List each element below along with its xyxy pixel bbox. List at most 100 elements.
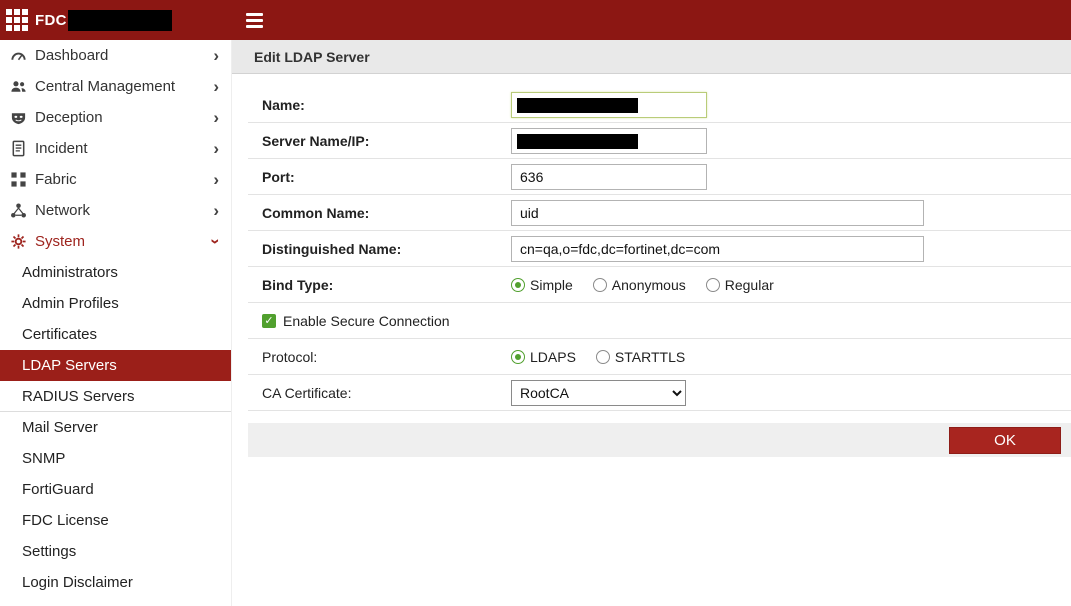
- subitem-label: Certificates: [22, 326, 97, 343]
- subitem-label: LDAP Servers: [22, 357, 117, 374]
- sidebar-subitem-ldap-servers[interactable]: LDAP Servers: [0, 350, 231, 381]
- sidebar-item-label: Central Management: [35, 78, 213, 95]
- sidebar-subitem-mail-server[interactable]: Mail Server: [0, 412, 231, 443]
- form-row-common-name: Common Name:: [248, 195, 1071, 231]
- subitem-label: Login Disclaimer: [22, 574, 133, 591]
- secure-connection-label: Enable Secure Connection: [283, 313, 450, 329]
- sidebar-item-fabric[interactable]: Fabric ›: [0, 164, 231, 195]
- dashboard-gauge-icon: [8, 47, 28, 64]
- form-row-distinguished-name: Distinguished Name:: [248, 231, 1071, 267]
- name-label: Name:: [262, 97, 511, 113]
- subitem-label: FortiGuard: [22, 481, 94, 498]
- gear-icon: [8, 233, 28, 250]
- bind-type-regular-radio[interactable]: Regular: [706, 277, 774, 293]
- radio-label: Anonymous: [612, 277, 686, 293]
- sidebar-item-label: Deception: [35, 109, 213, 126]
- sidebar-item-central-management[interactable]: Central Management ›: [0, 71, 231, 102]
- sidebar-subitem-fdc-license[interactable]: FDC License: [0, 505, 231, 536]
- sidebar-item-dashboard[interactable]: Dashboard ›: [0, 40, 231, 71]
- sidebar-item-label: Incident: [35, 140, 213, 157]
- form-row-ca-certificate: CA Certificate: RootCA: [248, 375, 1071, 411]
- port-input[interactable]: [511, 164, 707, 190]
- ok-button[interactable]: OK: [949, 427, 1061, 454]
- sidebar-subitem-administrators[interactable]: Administrators: [0, 257, 231, 288]
- mask-icon: [8, 109, 28, 126]
- radio-selected-icon: [511, 278, 525, 292]
- form-row-secure-connection: ✓ Enable Secure Connection: [248, 303, 1071, 339]
- redacted-hostname: [68, 10, 172, 31]
- redacted-name-value: [517, 98, 638, 113]
- sidebar-subitem-snmp[interactable]: SNMP: [0, 443, 231, 474]
- protocol-starttls-radio[interactable]: STARTTLS: [596, 349, 685, 365]
- distinguished-name-input[interactable]: [511, 236, 924, 262]
- radio-label: LDAPS: [530, 349, 576, 365]
- fortinet-logo-icon: [6, 9, 28, 31]
- subitem-label: Settings: [22, 543, 76, 560]
- common-name-input[interactable]: [511, 200, 924, 226]
- topbar: FDC: [0, 0, 1071, 40]
- chevron-right-icon: ›: [213, 171, 219, 188]
- chevron-right-icon: ›: [213, 140, 219, 157]
- common-name-label: Common Name:: [262, 205, 511, 221]
- sidebar: Dashboard › Central Management › Decepti…: [0, 40, 232, 606]
- form-row-bind-type: Bind Type: Simple Anonymous Regular: [248, 267, 1071, 303]
- ldap-form: Name: Server Name/IP: Port: Common Name:: [248, 87, 1071, 411]
- form-footer: OK: [248, 423, 1071, 457]
- server-label: Server Name/IP:: [262, 133, 511, 149]
- subitem-label: Admin Profiles: [22, 295, 119, 312]
- protocol-label: Protocol:: [262, 349, 511, 365]
- chevron-right-icon: ›: [213, 202, 219, 219]
- fabric-grid-icon: [8, 171, 28, 188]
- sidebar-subitem-fortiguard[interactable]: FortiGuard: [0, 474, 231, 505]
- subitem-label: RADIUS Servers: [22, 388, 135, 405]
- chevron-right-icon: ›: [213, 47, 219, 64]
- subitem-label: Mail Server: [22, 419, 98, 436]
- subitem-label: FDC License: [22, 512, 109, 529]
- subitem-label: SNMP: [22, 450, 65, 467]
- redacted-server-value: [517, 134, 638, 149]
- protocol-ldaps-radio[interactable]: LDAPS: [511, 349, 576, 365]
- bind-type-simple-radio[interactable]: Simple: [511, 277, 573, 293]
- chevron-down-icon: ›: [208, 239, 225, 245]
- port-label: Port:: [262, 169, 511, 185]
- chevron-right-icon: ›: [213, 109, 219, 126]
- bind-type-label: Bind Type:: [262, 277, 511, 293]
- radio-label: STARTTLS: [615, 349, 685, 365]
- radio-unselected-icon: [593, 278, 607, 292]
- ca-certificate-label: CA Certificate:: [262, 385, 511, 401]
- secure-connection-checkbox[interactable]: ✓: [262, 314, 276, 328]
- sidebar-subitem-certificates[interactable]: Certificates: [0, 319, 231, 350]
- page-title: Edit LDAP Server: [254, 49, 370, 65]
- bind-type-anonymous-radio[interactable]: Anonymous: [593, 277, 686, 293]
- sidebar-item-network[interactable]: Network ›: [0, 195, 231, 226]
- sidebar-item-label: Network: [35, 202, 213, 219]
- incident-list-icon: [8, 140, 28, 157]
- sidebar-item-system[interactable]: System ›: [0, 226, 231, 257]
- form-row-server: Server Name/IP:: [248, 123, 1071, 159]
- sidebar-item-label: Dashboard: [35, 47, 213, 64]
- brand-text: FDC: [35, 12, 67, 29]
- form-row-name: Name:: [248, 87, 1071, 123]
- sidebar-subitem-admin-profiles[interactable]: Admin Profiles: [0, 288, 231, 319]
- users-icon: [8, 78, 28, 95]
- sidebar-item-label: System: [35, 233, 213, 250]
- app-body: Dashboard › Central Management › Decepti…: [0, 40, 1071, 606]
- protocol-radio-group: LDAPS STARTTLS: [511, 349, 705, 365]
- radio-selected-icon: [511, 350, 525, 364]
- sidebar-item-label: Fabric: [35, 171, 213, 188]
- hamburger-menu-icon[interactable]: [246, 13, 263, 31]
- bind-type-radio-group: Simple Anonymous Regular: [511, 277, 794, 293]
- sidebar-item-deception[interactable]: Deception ›: [0, 102, 231, 133]
- ca-certificate-select[interactable]: RootCA: [511, 380, 686, 406]
- radio-label: Simple: [530, 277, 573, 293]
- form-row-protocol: Protocol: LDAPS STARTTLS: [248, 339, 1071, 375]
- main-content: Edit LDAP Server Name: Server Name/IP: P…: [232, 40, 1071, 606]
- radio-unselected-icon: [706, 278, 720, 292]
- sidebar-subitem-radius-servers[interactable]: RADIUS Servers: [0, 381, 231, 412]
- sidebar-subitem-login-disclaimer[interactable]: Login Disclaimer: [0, 567, 231, 598]
- sidebar-item-incident[interactable]: Incident ›: [0, 133, 231, 164]
- distinguished-name-label: Distinguished Name:: [262, 241, 511, 257]
- network-nodes-icon: [8, 202, 28, 219]
- subitem-label: Administrators: [22, 264, 118, 281]
- sidebar-subitem-settings[interactable]: Settings: [0, 536, 231, 567]
